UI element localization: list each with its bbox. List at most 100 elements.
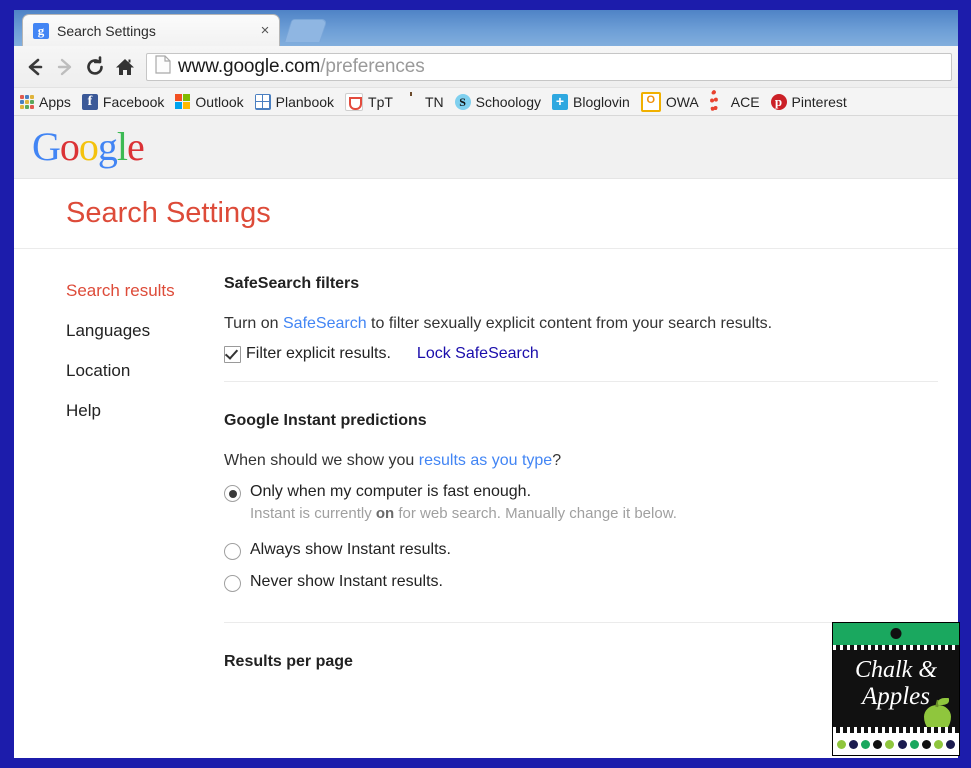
- bookmark-bloglovin[interactable]: + Bloglovin: [552, 93, 630, 110]
- bookmark-tn[interactable]: TN: [404, 94, 444, 110]
- url-path: /preferences: [320, 55, 425, 77]
- sidebar-item-label: Languages: [66, 321, 151, 340]
- logo-letter: o: [78, 124, 99, 169]
- radio-option-never[interactable]: Never show Instant results.: [224, 572, 938, 592]
- results-as-you-type-link[interactable]: results as you type: [419, 452, 552, 469]
- instant-heading: Google Instant predictions: [224, 412, 427, 429]
- text-fragment: Turn on: [224, 315, 283, 332]
- instant-question: When should we show you results as you t…: [224, 452, 938, 470]
- sidebar-item-location[interactable]: Location: [66, 361, 224, 381]
- apple-icon: [404, 94, 420, 110]
- section-safesearch: SafeSearch filters Turn on SafeSearch to…: [224, 275, 938, 381]
- sidebar-item-label: Search results: [66, 281, 175, 300]
- pinterest-icon: p: [770, 93, 787, 110]
- logo-letter: o: [59, 124, 80, 169]
- google-logo[interactable]: Google: [32, 124, 145, 169]
- lock-safesearch-link[interactable]: Lock SafeSearch: [417, 345, 539, 363]
- sidebar-item-search-results[interactable]: Search results: [66, 281, 224, 301]
- watermark-line1: Chalk &: [855, 657, 937, 683]
- close-icon[interactable]: ×: [257, 23, 273, 39]
- bookmark-label: Facebook: [102, 93, 165, 110]
- watermark-polka-dots: [833, 733, 959, 755]
- browser-toolbar: www.google.com/preferences: [14, 46, 958, 88]
- bookmark-outlook[interactable]: Outlook: [175, 94, 244, 110]
- watermark-chalk-and-apples: Chalk & Apples: [832, 622, 960, 756]
- back-arrow-icon[interactable]: [20, 52, 50, 82]
- logo-letter: e: [127, 124, 145, 169]
- browser-window: g Search Settings × www.google.com/prefe…: [14, 10, 958, 758]
- bookmark-label: TN: [424, 93, 444, 110]
- safesearch-heading: SafeSearch filters: [224, 275, 360, 292]
- bookmark-label: Bloglovin: [573, 93, 630, 110]
- bookmark-label: Pinterest: [791, 93, 847, 110]
- page-title-bar: Search Settings: [14, 179, 958, 249]
- bookmark-ace[interactable]: ACE: [709, 89, 760, 114]
- bookmark-label: Apps: [39, 93, 71, 110]
- radio-label: Only when my computer is fast enough.: [250, 483, 532, 500]
- logo-letter: G: [32, 124, 61, 169]
- sidebar-item-help[interactable]: Help: [66, 401, 224, 421]
- bookmark-pinterest[interactable]: p Pinterest: [770, 93, 847, 110]
- url-text: www.google.com/preferences: [178, 56, 425, 78]
- bookmark-schoology[interactable]: S Schoology: [454, 93, 541, 110]
- outlook-icon: [175, 94, 191, 109]
- ace-icon: [709, 89, 726, 114]
- url-host: www.google.com: [178, 55, 321, 77]
- forward-arrow-icon[interactable]: [50, 52, 80, 82]
- filter-explicit-checkbox[interactable]: [224, 345, 241, 363]
- bookmark-tpt[interactable]: TpT: [345, 92, 393, 111]
- radio-sublabel: Instant is currently on for web search. …: [250, 505, 677, 522]
- instant-state: on: [375, 505, 395, 522]
- google-header: Google: [14, 116, 958, 179]
- safesearch-controls: Filter explicit results. Lock SafeSearch: [224, 345, 938, 363]
- bookmark-label: Planbook: [275, 93, 335, 110]
- bookmark-owa[interactable]: O OWA: [640, 91, 699, 112]
- radio-option-body: Only when my computer is fast enough. In…: [250, 482, 677, 522]
- tab-strip: g Search Settings ×: [14, 10, 958, 46]
- page-title: Search Settings: [66, 197, 271, 229]
- new-tab-button[interactable]: [284, 19, 328, 42]
- watermark-top-band: [833, 623, 959, 645]
- address-bar[interactable]: www.google.com/preferences: [146, 52, 952, 81]
- planbook-icon: [254, 93, 271, 110]
- filter-explicit-label: Filter explicit results.: [246, 345, 391, 362]
- bookmark-label: Schoology: [475, 93, 541, 110]
- radio-option-fast-enough[interactable]: Only when my computer is fast enough. In…: [224, 482, 938, 522]
- settings-sidebar: Search results Languages Location Help: [14, 275, 224, 711]
- bookmark-label: ACE: [730, 93, 760, 110]
- owa-icon: O: [640, 91, 661, 112]
- apps-grid-icon: [20, 94, 34, 109]
- reload-icon[interactable]: [80, 52, 110, 82]
- bookmark-facebook[interactable]: f Facebook: [81, 93, 165, 110]
- logo-letter: l: [116, 124, 128, 169]
- sidebar-item-languages[interactable]: Languages: [66, 321, 224, 341]
- text-fragment: for web search. Manually change it below…: [394, 505, 677, 522]
- text-fragment: to filter sexually explicit content from…: [366, 315, 773, 332]
- text-fragment: When should we show you: [224, 452, 419, 469]
- home-icon[interactable]: [110, 52, 140, 82]
- google-favicon-icon: g: [33, 22, 49, 39]
- bookmark-planbook[interactable]: Planbook: [254, 93, 335, 110]
- tab-title: Search Settings: [57, 22, 156, 39]
- bookmarks-bar: Apps f Facebook Outlook Planbook TpT TN …: [14, 88, 958, 116]
- section-google-instant: Google Instant predictions When should w…: [224, 381, 938, 622]
- tpt-icon: [345, 92, 364, 111]
- outer-blue-frame: g Search Settings × www.google.com/prefe…: [0, 0, 971, 768]
- bookmark-label: TpT: [368, 93, 393, 110]
- schoology-icon: S: [454, 93, 471, 110]
- page-document-icon: [155, 54, 171, 79]
- radio-button[interactable]: [224, 485, 241, 502]
- text-fragment: ?: [552, 452, 562, 469]
- sidebar-item-label: Help: [66, 401, 101, 420]
- safesearch-description: Turn on SafeSearch to filter sexually ex…: [224, 315, 938, 333]
- results-per-page-heading: Results per page: [224, 653, 353, 670]
- sidebar-item-label: Location: [66, 361, 131, 380]
- bookmark-apps[interactable]: Apps: [20, 94, 71, 110]
- radio-button[interactable]: [224, 575, 241, 592]
- bloglovin-icon: +: [552, 93, 568, 110]
- radio-option-always[interactable]: Always show Instant results.: [224, 540, 938, 560]
- radio-button[interactable]: [224, 543, 241, 560]
- section-results-per-page: Results per page: [224, 622, 938, 711]
- tab-search-settings[interactable]: g Search Settings ×: [22, 14, 280, 46]
- safesearch-link[interactable]: SafeSearch: [283, 315, 367, 332]
